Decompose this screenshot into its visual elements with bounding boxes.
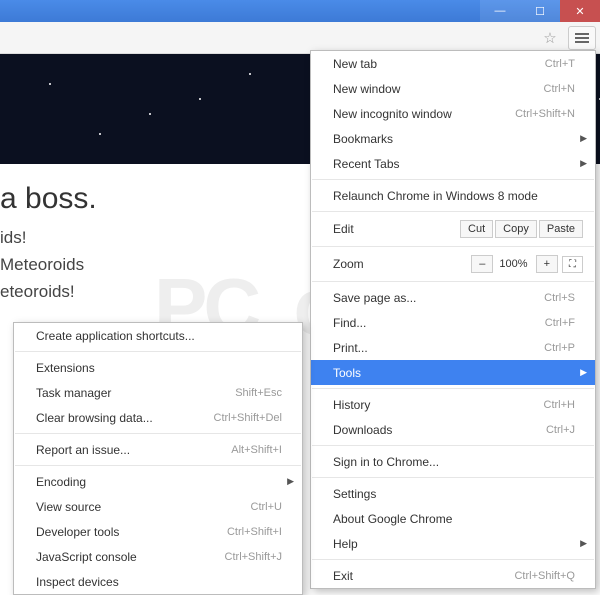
- submenu-extensions[interactable]: Extensions: [14, 355, 302, 380]
- menu-find[interactable]: Find...Ctrl+F: [311, 310, 595, 335]
- menu-save-page[interactable]: Save page as...Ctrl+S: [311, 285, 595, 310]
- chevron-right-icon: ▶: [580, 133, 587, 144]
- hamburger-icon: [575, 33, 589, 43]
- zoom-in-button[interactable]: +: [536, 255, 558, 273]
- menu-separator: [312, 281, 594, 282]
- menu-separator: [312, 445, 594, 446]
- window-titlebar: — ☐ ✕: [0, 0, 600, 22]
- menu-history[interactable]: HistoryCtrl+H: [311, 392, 595, 417]
- minimize-button[interactable]: —: [480, 0, 520, 22]
- fullscreen-button[interactable]: ⛶: [562, 256, 583, 273]
- menu-new-window[interactable]: New windowCtrl+N: [311, 76, 595, 101]
- menu-settings[interactable]: Settings: [311, 481, 595, 506]
- paste-button[interactable]: Paste: [539, 220, 583, 238]
- menu-separator: [312, 211, 594, 212]
- submenu-clear-data[interactable]: Clear browsing data...Ctrl+Shift+Del: [14, 405, 302, 430]
- menu-separator: [312, 388, 594, 389]
- menu-help[interactable]: Help▶: [311, 531, 595, 556]
- menu-signin[interactable]: Sign in to Chrome...: [311, 449, 595, 474]
- menu-downloads[interactable]: DownloadsCtrl+J: [311, 417, 595, 442]
- menu-separator: [312, 477, 594, 478]
- main-menu: New tabCtrl+T New windowCtrl+N New incog…: [310, 50, 596, 589]
- menu-edit-row: Edit Cut Copy Paste: [311, 215, 595, 243]
- menu-separator: [312, 246, 594, 247]
- zoom-out-button[interactable]: –: [471, 255, 493, 273]
- chevron-right-icon: ▶: [580, 538, 587, 549]
- submenu-task-manager[interactable]: Task managerShift+Esc: [14, 380, 302, 405]
- menu-exit[interactable]: ExitCtrl+Shift+Q: [311, 563, 595, 588]
- menu-about[interactable]: About Google Chrome: [311, 506, 595, 531]
- close-button[interactable]: ✕: [560, 0, 600, 22]
- menu-hamburger-button[interactable]: [568, 26, 596, 50]
- edit-label: Edit: [333, 222, 458, 236]
- cut-button[interactable]: Cut: [460, 220, 493, 238]
- zoom-label: Zoom: [333, 257, 469, 271]
- submenu-inspect-devices[interactable]: Inspect devices: [14, 569, 302, 594]
- menu-new-tab[interactable]: New tabCtrl+T: [311, 51, 595, 76]
- menu-separator: [15, 465, 301, 466]
- chevron-right-icon: ▶: [580, 158, 587, 169]
- menu-relaunch[interactable]: Relaunch Chrome in Windows 8 mode: [311, 183, 595, 208]
- menu-separator: [15, 351, 301, 352]
- menu-recent-tabs[interactable]: Recent Tabs▶: [311, 151, 595, 176]
- submenu-js-console[interactable]: JavaScript consoleCtrl+Shift+J: [14, 544, 302, 569]
- chevron-right-icon: ▶: [580, 367, 587, 378]
- submenu-view-source[interactable]: View sourceCtrl+U: [14, 494, 302, 519]
- zoom-percent: 100%: [493, 258, 533, 270]
- maximize-button[interactable]: ☐: [520, 0, 560, 22]
- bookmark-star-icon[interactable]: ☆: [538, 26, 562, 50]
- submenu-report-issue[interactable]: Report an issue...Alt+Shift+I: [14, 437, 302, 462]
- submenu-encoding[interactable]: Encoding▶: [14, 469, 302, 494]
- menu-tools[interactable]: Tools▶: [311, 360, 595, 385]
- submenu-developer-tools[interactable]: Developer toolsCtrl+Shift+I: [14, 519, 302, 544]
- submenu-create-shortcuts[interactable]: Create application shortcuts...: [14, 323, 302, 348]
- menu-print[interactable]: Print...Ctrl+P: [311, 335, 595, 360]
- menu-bookmarks[interactable]: Bookmarks▶: [311, 126, 595, 151]
- menu-zoom-row: Zoom – 100% + ⛶: [311, 250, 595, 278]
- tools-submenu: Create application shortcuts... Extensio…: [13, 322, 303, 595]
- menu-separator: [312, 179, 594, 180]
- menu-separator: [15, 433, 301, 434]
- copy-button[interactable]: Copy: [495, 220, 537, 238]
- chevron-right-icon: ▶: [287, 476, 294, 487]
- menu-incognito[interactable]: New incognito windowCtrl+Shift+N: [311, 101, 595, 126]
